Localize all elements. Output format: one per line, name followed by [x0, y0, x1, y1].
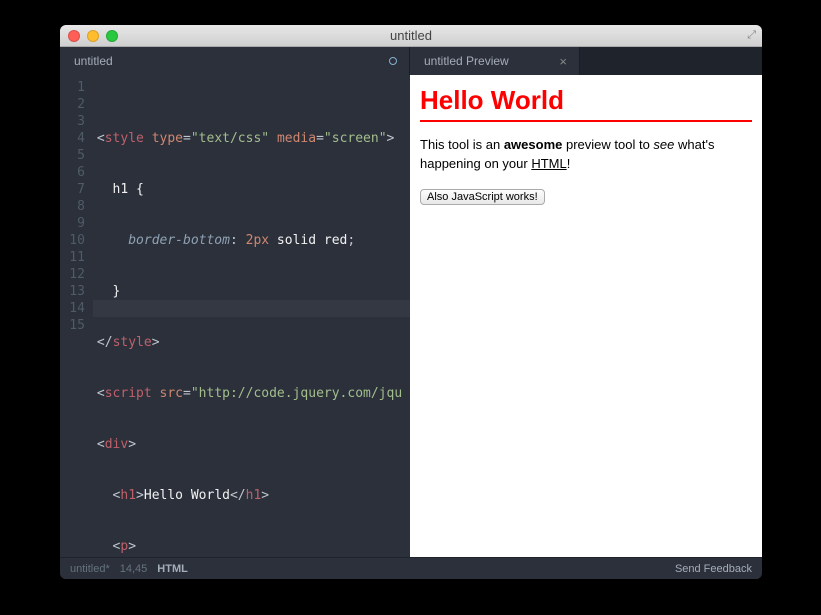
tab-label: untitled Preview [424, 54, 509, 68]
tab-preview[interactable]: untitled Preview × [410, 47, 580, 75]
close-tab-icon[interactable]: × [559, 54, 567, 69]
resize-icon[interactable]: ⤢ [747, 29, 756, 42]
titlebar[interactable]: untitled ⤢ [60, 25, 762, 47]
content-area: 1 2 3 4 5 6 7 8 9 10 11 12 13 14 15 <sty… [60, 75, 762, 557]
status-language-mode[interactable]: HTML [157, 563, 188, 575]
preview-paragraph: This tool is an awesome preview tool to … [420, 136, 752, 174]
preview-heading: Hello World [420, 85, 752, 122]
app-window: untitled ⤢ untitled untitled Preview × 1… [60, 25, 762, 579]
tabbar-empty [580, 47, 762, 75]
active-line-highlight [93, 300, 410, 317]
status-cursor-pos: 14,45 [120, 563, 148, 575]
preview-pane: Hello World This tool is an awesome prev… [410, 75, 762, 557]
tab-editor[interactable]: untitled [60, 47, 410, 75]
window-title: untitled [60, 28, 762, 43]
status-filename: untitled* [70, 563, 110, 575]
modified-indicator-icon [389, 57, 397, 65]
tabbar: untitled untitled Preview × [60, 47, 762, 75]
code-editor[interactable]: 1 2 3 4 5 6 7 8 9 10 11 12 13 14 15 <sty… [60, 75, 410, 557]
tab-label: untitled [74, 54, 113, 68]
send-feedback-link[interactable]: Send Feedback [675, 563, 752, 575]
code-body[interactable]: <style type="text/css" media="screen"> h… [93, 75, 410, 557]
statusbar: untitled* 14,45 HTML Send Feedback [60, 557, 762, 579]
preview-js-button[interactable]: Also JavaScript works! [420, 189, 545, 205]
line-gutter: 1 2 3 4 5 6 7 8 9 10 11 12 13 14 15 [60, 75, 93, 557]
